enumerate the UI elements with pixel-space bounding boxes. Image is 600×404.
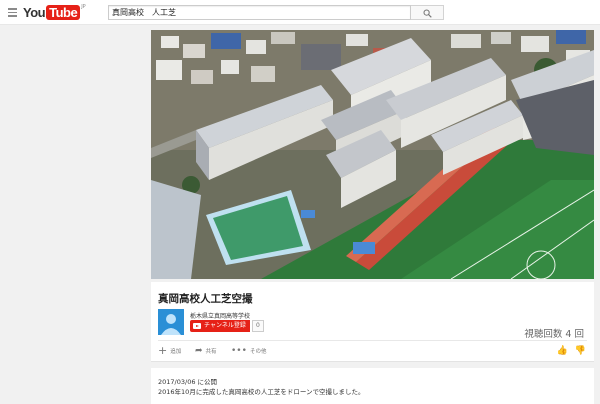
search-input[interactable]: 真岡高校 人工芝 [108,5,411,20]
channel-name[interactable]: 栃木県立真岡高等学校 [190,311,250,320]
plus-icon: + [158,344,168,357]
youtube-logo[interactable]: You Tube JP [23,4,86,21]
share-label: 共有 [205,349,217,355]
search-icon [423,9,432,18]
share-icon: ➦ [195,346,203,356]
add-to-label: 追加 [170,349,182,355]
view-count: 視聴回数 4 回 [524,329,584,340]
subscribe-button[interactable]: チャンネル登録 [190,320,250,332]
divider [158,340,587,341]
video-info-card: 真岡高校人工芝空撮 栃木県立真岡高等学校 チャンネル登録 0 視聴回数 4 回 … [151,282,594,362]
default-avatar-icon [158,309,184,335]
share-button[interactable]: ➦ 共有 [195,346,217,356]
more-label: その他 [249,349,267,355]
search-button[interactable] [411,5,444,20]
subscribe-label: チャンネル登録 [204,322,246,329]
logo-you: You [23,5,46,20]
hamburger-icon[interactable] [8,8,17,17]
thumbs-down-icon[interactable]: 👎 [575,346,586,356]
description-card: 2017/03/06 に公開 2016年10月に完成した真岡高校の人工芝をドロー… [151,368,594,404]
thumbs-up-icon[interactable]: 👍 [557,346,568,356]
channel-avatar[interactable] [158,309,184,335]
logo-region: JP [81,4,86,10]
add-to-button[interactable]: + 追加 [158,344,182,357]
publish-date: 2017/03/06 に公開 [158,378,218,386]
video-thumbnail-aerial-school [151,30,594,279]
more-icon: ••• [231,346,247,356]
subscriber-count: 0 [252,320,264,332]
video-title: 真岡高校人工芝空撮 [158,293,253,305]
youtube-play-icon [193,323,201,329]
logo-tube: Tube [46,5,81,20]
description-text: 2016年10月に完成した真岡高校の人工芝をドローンで空撮しました。 [158,388,365,396]
video-player[interactable] [151,30,594,279]
more-button[interactable]: ••• その他 [231,346,266,356]
masthead: You Tube JP 真岡高校 人工芝 [0,0,600,25]
rating-buttons: 👍 👎 [550,346,586,356]
